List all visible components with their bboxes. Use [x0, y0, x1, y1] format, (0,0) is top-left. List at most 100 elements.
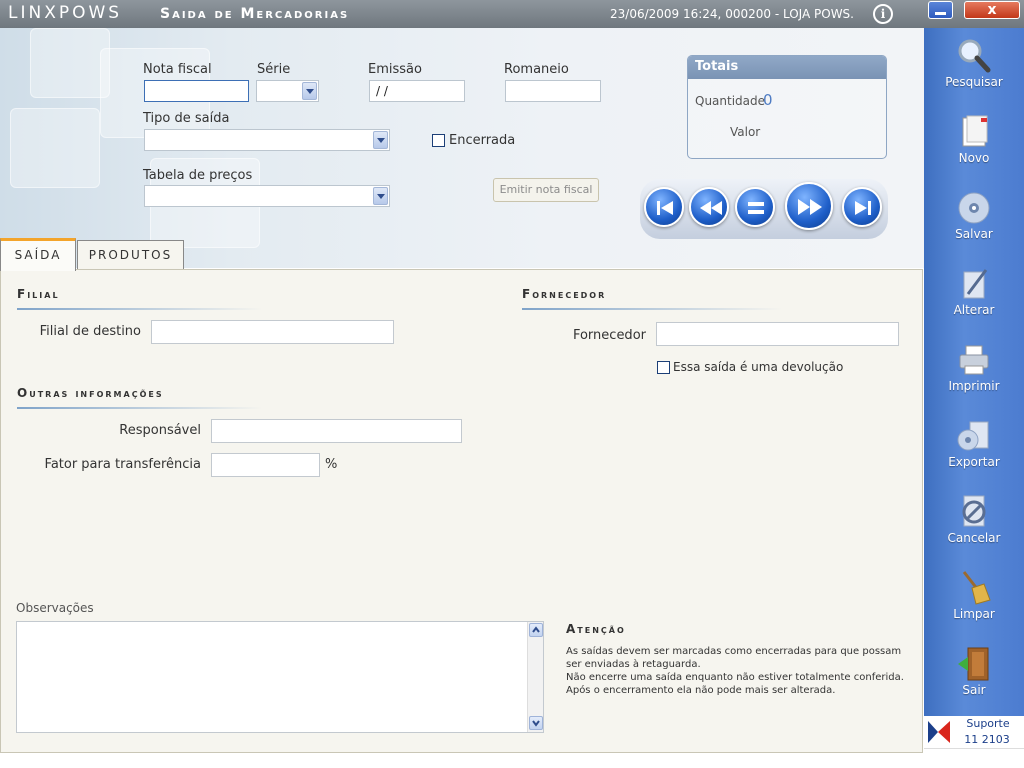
section-divider	[522, 308, 782, 310]
atencao-message: As saídas devem ser marcadas como encerr…	[566, 646, 904, 696]
tabela-precos-label: Tabela de preços	[143, 168, 253, 183]
rewind-icon	[700, 201, 722, 215]
sidebar-item-alterar[interactable]: Alterar	[924, 260, 1024, 330]
section-divider	[17, 407, 262, 409]
romaneio-label: Romaneio	[504, 62, 569, 77]
observacoes-label: Observações	[16, 601, 94, 615]
chevron-down-icon[interactable]	[373, 187, 388, 205]
last-record-button[interactable]	[842, 187, 882, 227]
atencao-title: Atenção	[566, 622, 626, 636]
devolucao-label: Essa saída é uma devolução	[673, 360, 844, 374]
emissao-label: Emissão	[368, 62, 422, 77]
info-icon[interactable]: i	[873, 4, 893, 24]
new-document-icon	[962, 115, 988, 147]
current-record-button[interactable]	[735, 187, 775, 227]
filial-destino-input[interactable]	[151, 320, 394, 344]
next-record-button[interactable]	[785, 182, 833, 230]
support-logo-icon	[928, 721, 950, 743]
sidebar-item-novo[interactable]: Novo	[924, 108, 1024, 178]
sidebar-item-salvar[interactable]: Salvar	[924, 184, 1024, 254]
sidebar-item-label: Cancelar	[947, 531, 1001, 545]
first-record-icon	[657, 201, 673, 215]
tipo-saida-label: Tipo de saída	[143, 111, 230, 126]
fast-forward-icon	[798, 199, 822, 215]
encerrada-checkbox[interactable]	[432, 134, 445, 147]
sidebar-item-label: Novo	[958, 151, 990, 165]
cancel-icon	[962, 495, 986, 527]
magnifier-icon	[958, 39, 991, 73]
fornecedor-input[interactable]	[656, 322, 899, 346]
exit-door-icon	[958, 647, 989, 681]
tipo-saida-select[interactable]	[144, 129, 390, 151]
fornecedor-label: Fornecedor	[572, 328, 646, 343]
serie-select[interactable]	[256, 80, 319, 102]
status-strip	[0, 753, 924, 768]
background-decoration	[10, 108, 100, 188]
totais-panel: Totais Quantidade 0 Valor	[687, 55, 887, 159]
chevron-down-icon[interactable]	[373, 131, 388, 149]
tabela-precos-select[interactable]	[144, 185, 390, 207]
quantidade-label: Quantidade	[695, 94, 766, 108]
sidebar-item-label: Sair	[962, 683, 986, 697]
broom-icon	[962, 571, 991, 605]
valor-label: Valor	[730, 125, 761, 139]
minimize-icon	[935, 12, 946, 15]
emissao-date-input[interactable]: / /	[369, 80, 465, 102]
first-record-button[interactable]	[644, 187, 684, 227]
quantidade-value: 0	[763, 91, 773, 109]
observacoes-scrollbar[interactable]	[527, 622, 543, 732]
title-bar: LINXPOWS Saida de Mercadorias 23/06/2009…	[0, 0, 1024, 28]
sidebar-item-label: Pesquisar	[945, 75, 1003, 89]
minimize-button[interactable]	[928, 1, 953, 19]
close-button[interactable]: x	[964, 1, 1020, 19]
fator-transferencia-input[interactable]	[211, 453, 320, 477]
sidebar-item-exportar[interactable]: Exportar	[924, 412, 1024, 482]
filial-destino-label: Filial de destino	[39, 324, 141, 339]
sidebar-item-cancelar[interactable]: Cancelar	[924, 488, 1024, 558]
sidebar-item-pesquisar[interactable]: Pesquisar	[924, 32, 1024, 102]
devolucao-checkbox[interactable]	[657, 361, 670, 374]
emitir-nota-fiscal-button[interactable]: Emitir nota fiscal	[493, 178, 599, 202]
status-strip	[924, 748, 1024, 768]
scroll-up-icon[interactable]	[529, 623, 543, 637]
previous-record-button[interactable]	[689, 187, 729, 227]
nota-fiscal-label: Nota fiscal	[143, 62, 212, 77]
fator-transferencia-label: Fator para transferência	[44, 457, 201, 472]
romaneio-input[interactable]	[505, 80, 601, 102]
percent-sign: %	[325, 457, 338, 472]
nota-fiscal-input[interactable]	[144, 80, 249, 102]
app-logo: LINXPOWS	[8, 3, 123, 23]
background-decoration	[30, 28, 110, 98]
responsavel-input[interactable]	[211, 419, 462, 443]
sidebar-item-label: Limpar	[953, 607, 995, 621]
filial-section-title: Filial	[17, 287, 60, 301]
last-record-icon	[855, 201, 871, 215]
totais-title: Totais	[688, 56, 886, 79]
edit-pen-icon	[963, 269, 988, 299]
session-status: 23/06/2009 16:24, 000200 - LOJA POWS.	[610, 7, 854, 21]
export-icon	[957, 421, 989, 451]
support-panel: Suporte 11 2103 2400	[924, 716, 1024, 759]
scroll-down-icon[interactable]	[529, 716, 543, 730]
saida-tab-panel: Filial Filial de destino Fornecedor Forn…	[0, 269, 923, 753]
tab-produtos[interactable]: PRODUTOS	[77, 240, 184, 270]
outras-informacoes-section-title: Outras informações	[17, 386, 164, 400]
disc-icon	[958, 192, 990, 224]
fornecedor-section-title: Fornecedor	[522, 287, 607, 301]
section-divider	[17, 308, 262, 310]
window-title: Saida de Mercadorias	[160, 6, 350, 22]
sidebar-item-label: Imprimir	[948, 379, 1000, 393]
tab-saida[interactable]: SAÍDA	[0, 238, 76, 271]
sidebar-item-limpar[interactable]: Limpar	[924, 564, 1024, 634]
record-navigation-bar	[640, 179, 888, 239]
support-label: Suporte	[966, 717, 1010, 730]
equals-icon	[748, 202, 764, 214]
observacoes-textarea[interactable]	[16, 621, 544, 733]
sidebar-item-imprimir[interactable]: Imprimir	[924, 336, 1024, 406]
serie-label: Série	[257, 62, 291, 77]
chevron-down-icon[interactable]	[302, 82, 317, 100]
printer-icon	[959, 345, 989, 375]
sidebar-item-sair[interactable]: Sair	[924, 640, 1024, 710]
encerrada-label: Encerrada	[449, 133, 516, 148]
sidebar-item-label: Exportar	[948, 455, 1000, 469]
